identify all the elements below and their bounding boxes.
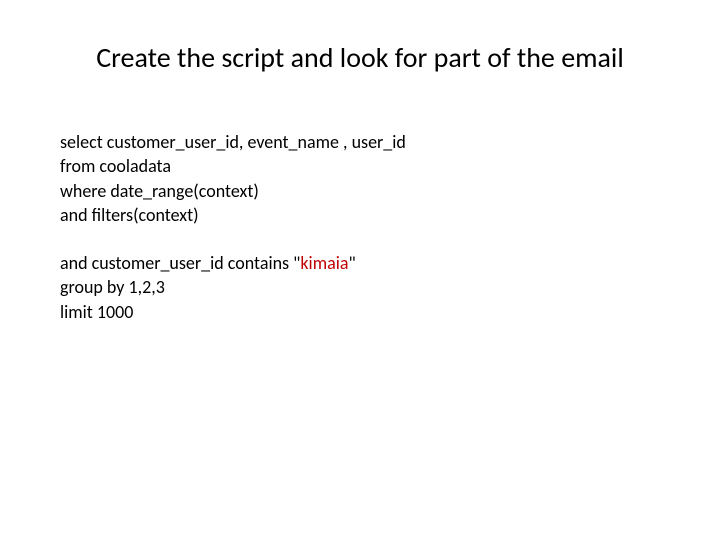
script-line-6: and customer_user_id contains "kimaia" [60, 251, 660, 275]
script-line-7: group by 1,2,3 [60, 275, 660, 299]
script-line-2: from cooladata [60, 154, 660, 178]
script-line-4: and filters(context) [60, 203, 660, 227]
script-line-8: limit 1000 [60, 300, 660, 324]
line6-suffix: " [348, 252, 355, 274]
script-line-3: where date_range(context) [60, 179, 660, 203]
slide: Create the script and look for part of t… [0, 0, 720, 540]
script-line-1: select customer_user_id, event_name , us… [60, 130, 660, 154]
script-body: select customer_user_id, event_name , us… [60, 130, 660, 324]
highlight-term: kimaia [300, 252, 348, 274]
blank-line [60, 227, 660, 251]
line6-prefix: and customer_user_id contains " [60, 252, 300, 274]
slide-title: Create the script and look for part of t… [0, 40, 720, 75]
